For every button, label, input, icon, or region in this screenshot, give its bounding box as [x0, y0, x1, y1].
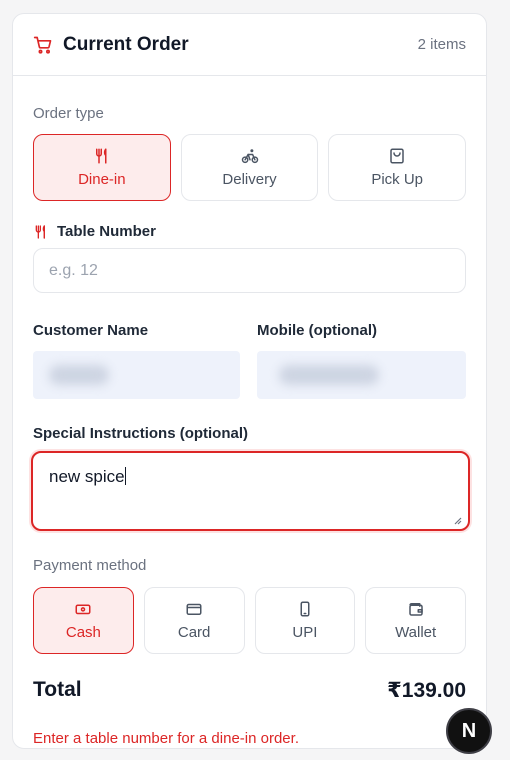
resize-grip-icon[interactable] [452, 515, 462, 525]
instructions-value: new spice [49, 467, 125, 486]
item-count: 2 items [417, 36, 466, 53]
payment-upi-label: UPI [292, 624, 318, 641]
order-type-group: Dine-in Delivery Pick Up [33, 134, 467, 201]
payment-cash-label: Cash [65, 624, 101, 641]
table-number-label-text: Table Number [57, 223, 156, 240]
total-label: Total [33, 678, 82, 701]
utensils-icon [95, 148, 107, 164]
payment-cash[interactable]: Cash [33, 587, 134, 654]
table-number-placeholder: e.g. 12 [49, 261, 98, 279]
total-value: ₹139.00 [387, 679, 466, 702]
order-title: Current Order [63, 33, 189, 55]
phone-icon [300, 601, 310, 617]
current-order-panel: Current Order 2 items Order type Dine-in… [12, 13, 487, 749]
card-icon [186, 603, 202, 615]
order-type-dine-in-label: Dine-in [78, 171, 126, 188]
mobile-label: Mobile (optional) [257, 322, 377, 339]
bicycle-icon [241, 149, 258, 164]
payment-card-label: Card [177, 624, 211, 641]
order-type-delivery[interactable]: Delivery [180, 134, 319, 201]
customer-name-input[interactable] [33, 351, 240, 399]
floating-action-button[interactable]: N [446, 708, 492, 754]
payment-method-label: Payment method [33, 557, 147, 574]
order-type-pickup-label: Pick Up [371, 171, 424, 188]
payment-card[interactable]: Card [143, 587, 245, 654]
error-message: Enter a table number for a dine-in order… [33, 730, 299, 747]
payment-wallet-label: Wallet [395, 624, 437, 641]
payment-upi[interactable]: UPI [254, 587, 356, 654]
table-number-input[interactable]: e.g. 12 [33, 248, 466, 293]
instructions-textarea[interactable]: new spice [31, 451, 470, 531]
table-number-label: Table Number [33, 223, 156, 240]
fab-label: N [461, 719, 477, 742]
wallet-icon [408, 603, 423, 616]
payment-method-group: Cash Card UPI Wallet [33, 587, 466, 654]
payment-wallet[interactable]: Wallet [365, 587, 466, 654]
order-header: Current Order 2 items [13, 14, 486, 76]
cash-icon [75, 604, 91, 615]
order-type-delivery-label: Delivery [222, 171, 277, 188]
mobile-input[interactable] [257, 351, 466, 399]
cart-icon [33, 36, 52, 54]
order-type-pickup[interactable]: Pick Up [328, 134, 467, 201]
instructions-label: Special Instructions (optional) [33, 425, 249, 442]
order-type-dine-in[interactable]: Dine-in [33, 134, 171, 201]
customer-name-label: Customer Name [33, 322, 149, 339]
utensils-icon [35, 224, 45, 239]
order-type-label: Order type [33, 105, 104, 122]
shopping-bag-icon [390, 148, 404, 164]
